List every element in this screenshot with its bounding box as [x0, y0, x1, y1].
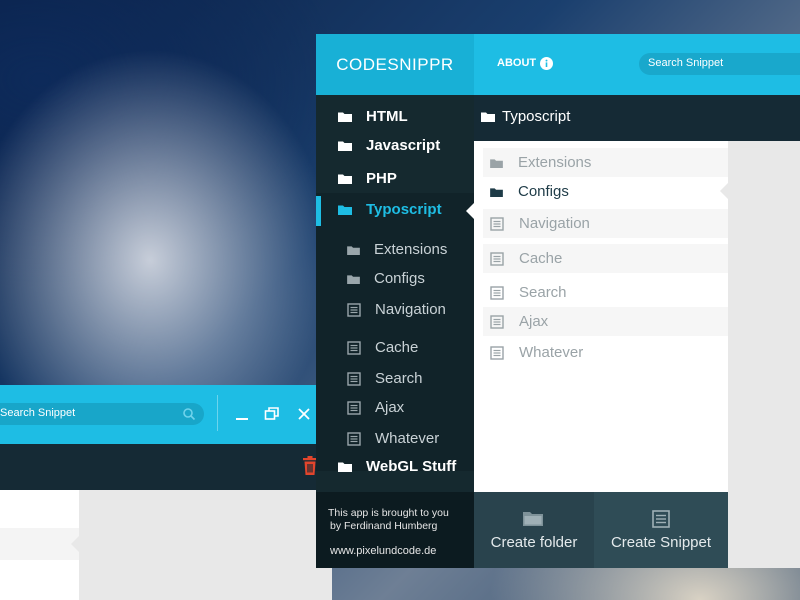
document-icon	[490, 285, 504, 300]
sidebar-subitem-label: Navigation	[375, 301, 446, 318]
sidebar-item-html[interactable]: HTML	[338, 108, 408, 125]
document-icon	[490, 314, 504, 329]
about-link[interactable]: ABOUT	[497, 57, 536, 69]
list-item[interactable]: Whatever	[483, 338, 728, 367]
header-divider	[217, 395, 218, 431]
list-item-label: Configs	[518, 183, 569, 200]
create-snippet-button[interactable]: Create Snippet	[594, 492, 728, 568]
sidebar-subitem-navigation[interactable]: Navigation	[347, 301, 446, 318]
background-search-input[interactable]: Search Snippet	[0, 403, 204, 425]
create-folder-label: Create folder	[490, 534, 578, 551]
sidebar-item-label: HTML	[366, 108, 408, 125]
sidebar-subitem-whatever[interactable]: Whatever	[347, 430, 439, 447]
credits-line-2: by Ferdinand Humberg	[330, 520, 438, 532]
detail-panel	[728, 141, 800, 568]
sidebar-subitem-label: Ajax	[375, 399, 405, 416]
folder-icon	[338, 462, 352, 472]
background-content	[0, 490, 332, 600]
list-item[interactable]: Navigation	[483, 209, 728, 238]
list-item[interactable]: Extensions	[483, 148, 728, 177]
sidebar-subitem-label: Whatever	[375, 430, 440, 447]
folder-icon	[347, 245, 360, 255]
sidebar-subitem-label: Cache	[375, 339, 419, 356]
sidebar-item-webgl-stuff[interactable]: WebGL Stuff	[338, 458, 456, 475]
sidebar-item-label: Typoscript	[366, 201, 442, 218]
sidebar-subitem-label: Search	[375, 370, 423, 387]
top-bar: ABOUT Search Snippet	[474, 34, 800, 95]
document-icon	[347, 371, 361, 386]
list-item-label: Search	[519, 284, 567, 301]
document-icon	[490, 216, 504, 231]
list-item-label: Navigation	[519, 215, 590, 232]
document-icon	[652, 510, 670, 528]
background-toolbar	[0, 444, 332, 490]
active-indicator	[316, 196, 321, 226]
folder-icon	[338, 112, 352, 122]
action-bar: Create folder Create Snippet	[474, 492, 728, 568]
sidebar-item-label: Javascript	[366, 137, 441, 154]
sidebar-item-label: PHP	[366, 170, 397, 187]
folder-icon	[338, 174, 352, 184]
list-item-label: Ajax	[519, 313, 549, 330]
background-list-row	[0, 528, 79, 560]
sidebar-subitem-label: Extensions	[374, 241, 448, 258]
list-item[interactable]: Ajax	[483, 307, 728, 336]
folder-icon	[338, 205, 352, 215]
snippet-list: Extensions Configs Navigation Cache Sear…	[474, 141, 728, 492]
selection-pointer	[720, 183, 728, 199]
list-item-label: Extensions	[518, 154, 592, 171]
current-folder: Typoscript	[481, 108, 570, 125]
folder-icon	[338, 141, 352, 151]
document-icon	[347, 431, 361, 446]
create-snippet-label: Create Snippet	[610, 534, 712, 551]
create-folder-button[interactable]: Create folder	[474, 492, 594, 568]
folder-icon	[490, 187, 503, 197]
document-icon	[347, 400, 361, 415]
info-icon[interactable]	[540, 57, 553, 70]
current-folder-name: Typoscript	[502, 108, 571, 125]
sidebar-item-javascript[interactable]: Javascript	[338, 137, 440, 154]
document-icon	[490, 345, 504, 360]
background-list	[0, 490, 79, 600]
folder-icon	[523, 512, 543, 526]
sidebar: HTML Javascript PHP Typoscript Extension…	[316, 95, 475, 492]
background-window: Search Snippet	[0, 385, 332, 600]
background-window-header: Search Snippet	[0, 385, 332, 444]
sidebar-item-typoscript[interactable]: Typoscript	[338, 201, 442, 218]
sidebar-subitem-cache[interactable]: Cache	[347, 339, 418, 356]
sidebar-subitem-extensions[interactable]: Extensions	[347, 241, 447, 258]
sidebar-item-php[interactable]: PHP	[338, 170, 397, 187]
credits-link[interactable]: www.pixelundcode.de	[330, 545, 436, 557]
list-item-selected[interactable]: Configs	[483, 177, 728, 206]
breadcrumb: Typoscript	[474, 95, 800, 141]
selection-arrow	[71, 535, 80, 553]
search-input[interactable]: Search Snippet	[639, 53, 800, 75]
close-icon[interactable]	[295, 405, 313, 423]
document-icon	[347, 340, 361, 355]
list-item[interactable]: Cache	[483, 244, 728, 273]
restore-icon[interactable]	[263, 405, 281, 423]
credits-line-1: This app is brought to you	[328, 507, 449, 519]
sidebar-subitem-ajax[interactable]: Ajax	[347, 399, 404, 416]
search-placeholder: Search Snippet	[648, 57, 724, 69]
list-item-label: Whatever	[519, 344, 584, 361]
document-icon	[347, 302, 361, 317]
folder-icon	[490, 158, 503, 168]
sidebar-subitem-configs[interactable]: Configs	[347, 270, 425, 287]
list-item-label: Cache	[519, 250, 563, 267]
app-logo: CODESNIPPR	[316, 34, 474, 95]
credits: This app is brought to you by Ferdinand …	[316, 492, 474, 568]
minimize-icon[interactable]	[233, 405, 251, 423]
background-search-placeholder: Search Snippet	[0, 407, 76, 419]
folder-icon	[347, 274, 360, 284]
document-icon	[490, 251, 504, 266]
sidebar-subitem-search[interactable]: Search	[347, 370, 423, 387]
folder-icon	[481, 112, 495, 122]
app-window: CODESNIPPR ABOUT Search Snippet HTML Jav…	[316, 34, 800, 568]
search-icon[interactable]	[182, 407, 196, 421]
list-item[interactable]: Search	[483, 278, 728, 307]
sidebar-subitem-label: Configs	[374, 270, 425, 287]
sidebar-item-label: WebGL Stuff	[366, 458, 457, 475]
